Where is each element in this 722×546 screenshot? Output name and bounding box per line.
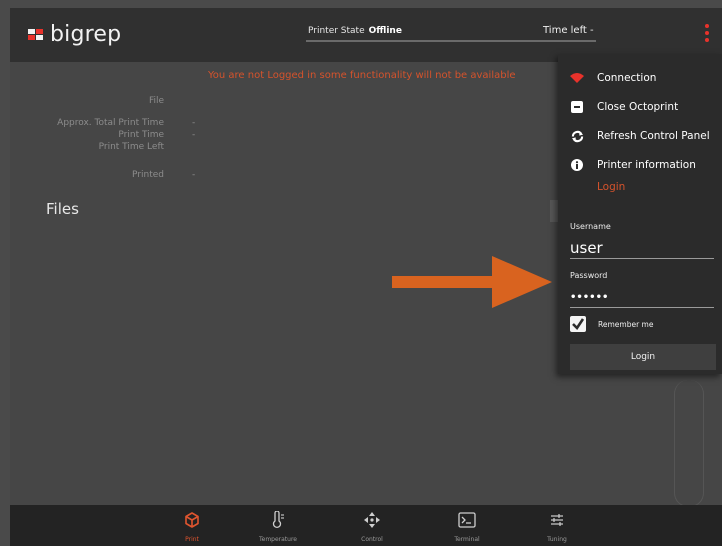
move-arrows-icon <box>337 509 407 531</box>
info-label-time-left: Print Time Left <box>98 142 164 152</box>
info-value-total-time: - <box>192 118 196 128</box>
info-value-printed: - <box>192 170 196 180</box>
remember-me-checkbox[interactable] <box>570 316 586 332</box>
app-frame: bigrep Printer State Offline Time left - … <box>10 8 722 546</box>
menu-item-label: Printer information <box>597 159 696 171</box>
menu-item-refresh[interactable]: Refresh Control Panel <box>558 124 722 148</box>
files-toolbar-placeholder <box>550 200 558 222</box>
password-input[interactable] <box>570 287 714 308</box>
bottom-navigation: Print Temperature Control Terminal Tunin… <box>10 505 722 546</box>
nav-temperature[interactable]: Temperature <box>243 509 313 543</box>
remember-me-label: Remember me <box>598 320 654 329</box>
cube-icon <box>157 509 227 531</box>
nav-print[interactable]: Print <box>157 509 227 543</box>
kebab-dot-icon <box>705 31 709 35</box>
wifi-icon <box>570 71 584 85</box>
logo-text: bigrep <box>50 22 122 47</box>
menu-item-label: Refresh Control Panel <box>597 130 710 142</box>
time-left: Time left - <box>543 25 594 36</box>
thermometer-icon <box>243 509 313 531</box>
password-label: Password <box>570 271 608 280</box>
nav-temperature-label: Temperature <box>258 536 297 543</box>
refresh-icon <box>570 129 584 143</box>
files-heading: Files <box>46 200 79 218</box>
kebab-dot-icon <box>705 38 709 42</box>
state-progress-line <box>306 40 596 42</box>
printer-state-value: Offline <box>368 26 402 36</box>
nav-print-label: Print <box>185 536 199 543</box>
printer-state: Printer State Offline <box>308 26 402 36</box>
login-link[interactable]: Login <box>597 181 625 193</box>
dropdown-menu: Connection Close Octoprint Refresh Contr… <box>558 54 722 374</box>
username-label: Username <box>570 222 611 231</box>
printer-state-label: Printer State <box>308 26 365 36</box>
scroll-track[interactable] <box>674 380 704 507</box>
checkmark-icon <box>572 318 585 331</box>
terminal-icon <box>432 509 502 531</box>
username-input[interactable] <box>570 238 714 259</box>
minus-square-icon <box>570 100 584 114</box>
menu-item-printer-info[interactable]: Printer information <box>558 153 722 177</box>
info-value-print-time: - <box>192 130 196 140</box>
info-label-print-time: Print Time <box>118 130 164 140</box>
login-button[interactable]: Login <box>570 344 716 370</box>
brand-logo: bigrep <box>28 22 121 47</box>
nav-terminal[interactable]: Terminal <box>432 509 502 543</box>
info-label-file: File <box>148 96 164 106</box>
nav-tuning[interactable]: Tuning <box>522 509 592 543</box>
nav-tuning-label: Tuning <box>547 536 567 543</box>
menu-item-close-octoprint[interactable]: Close Octoprint <box>558 95 722 119</box>
menu-item-label: Close Octoprint <box>597 101 679 113</box>
info-icon <box>570 158 584 172</box>
menu-toggle-button[interactable] <box>704 24 710 44</box>
info-label-total-time: Approx. Total Print Time <box>57 118 164 128</box>
login-warning: You are not Logged in some functionality… <box>208 70 516 81</box>
nav-control-label: Control <box>361 536 383 543</box>
nav-terminal-label: Terminal <box>454 536 480 543</box>
nav-control[interactable]: Control <box>337 509 407 543</box>
logo-mark-icon <box>28 28 44 41</box>
orange-arrow-icon <box>392 256 552 308</box>
info-label-printed: Printed <box>132 170 164 180</box>
menu-item-connection[interactable]: Connection <box>558 66 722 90</box>
kebab-dot-icon <box>705 24 709 28</box>
sliders-icon <box>522 509 592 531</box>
menu-item-label: Connection <box>597 72 657 84</box>
